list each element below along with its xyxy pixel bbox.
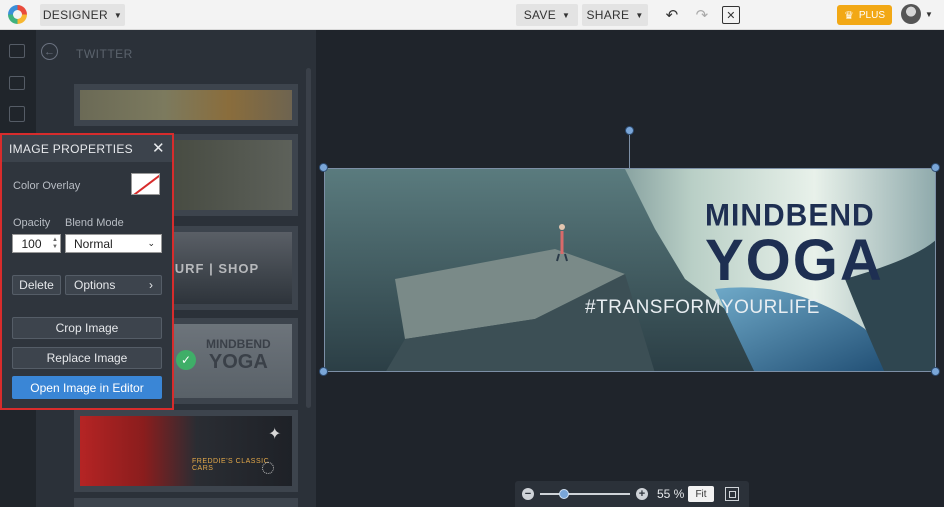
sparkle-icon: ✦ <box>268 426 282 443</box>
opacity-value: 100 <box>21 236 42 251</box>
blend-mode-value: Normal <box>74 236 113 251</box>
designer-menu-button[interactable]: DESIGNER ▼ <box>40 4 125 26</box>
app-logo-icon[interactable] <box>8 5 27 24</box>
template-thumbnail <box>80 90 292 120</box>
user-avatar[interactable] <box>901 4 921 24</box>
blend-mode-label: Blend Mode <box>65 217 124 229</box>
plus-label: PLUS <box>858 9 885 21</box>
opacity-stepper[interactable]: 100 ▲ ▼ <box>12 234 61 253</box>
fit-button[interactable]: Fit <box>688 486 714 502</box>
share-button[interactable]: SHARE ▼ <box>582 4 648 26</box>
chevron-down-icon: ⌄ <box>147 238 155 248</box>
panel-scrollbar[interactable] <box>306 68 311 408</box>
image-properties-title: IMAGE PROPERTIES <box>9 142 133 156</box>
blend-mode-select[interactable]: Normal ⌄ <box>65 234 162 253</box>
template-classic-cars[interactable]: FREDDIE'S CLASSIC CARS ✦ <box>74 410 298 492</box>
rotation-handle-line <box>629 135 630 168</box>
options-label: Options <box>74 278 116 292</box>
designer-menu-label: DESIGNER <box>42 8 108 22</box>
color-overlay-label: Color Overlay <box>13 180 81 192</box>
zoom-out-icon[interactable]: − <box>522 488 534 500</box>
opacity-label: Opacity <box>13 217 51 229</box>
chevron-down-icon: ▼ <box>562 10 571 20</box>
plus-upgrade-button[interactable]: ♛ PLUS <box>837 5 892 25</box>
banner-headline-line2: YOGA <box>705 228 884 293</box>
zoom-slider-track[interactable] <box>540 493 630 495</box>
chevron-down-icon: ▼ <box>635 10 644 20</box>
template-line2: YOGA <box>208 351 268 373</box>
photo-icon[interactable] <box>9 44 25 58</box>
resize-handle-top-right[interactable] <box>931 163 940 172</box>
folder-icon[interactable] <box>9 76 25 90</box>
resize-handle-bottom-right[interactable] <box>931 367 940 376</box>
banner-tagline: #TRANSFORMYOURLIFE <box>585 297 820 318</box>
image-properties-panel: IMAGE PROPERTIES ✕ Color Overlay Opacity… <box>0 133 174 410</box>
template-runner[interactable] <box>74 84 298 126</box>
crop-image-button[interactable]: Crop Image <box>12 317 162 339</box>
save-label: SAVE <box>523 8 557 22</box>
sun-icon <box>262 462 274 474</box>
chevron-down-icon[interactable]: ▼ <box>925 10 933 19</box>
template-text: FREDDIE'S CLASSIC CARS <box>192 458 270 472</box>
resize-handle-top-left[interactable] <box>319 163 328 172</box>
resize-handle-bottom-left[interactable] <box>319 367 328 376</box>
template-thumbnail: FREDDIE'S CLASSIC CARS ✦ <box>80 416 292 486</box>
top-toolbar: DESIGNER ▼ SAVE ▼ SHARE ▼ ↶ ↷ ✕ ♛ PLUS ▼ <box>0 0 944 30</box>
color-overlay-swatch[interactable] <box>131 173 160 195</box>
crown-icon: ♛ <box>844 9 854 22</box>
share-label: SHARE <box>586 8 630 22</box>
fullscreen-icon[interactable] <box>725 487 739 501</box>
zoom-bar: − + 55 % Fit <box>515 481 749 507</box>
options-button[interactable]: Options › <box>65 275 162 295</box>
template-text: MINDBEND YOGA <box>206 337 271 374</box>
close-icon[interactable]: ✕ <box>152 139 165 157</box>
redo-icon[interactable]: ↷ <box>690 4 714 26</box>
template-line1: MINDBEND <box>206 337 271 351</box>
rotate-handle[interactable] <box>625 126 634 135</box>
zoom-in-icon[interactable]: + <box>636 488 648 500</box>
save-button[interactable]: SAVE ▼ <box>516 4 578 26</box>
zoom-level: 55 % <box>657 487 685 501</box>
template-partial[interactable] <box>74 498 298 507</box>
delete-button[interactable]: Delete <box>12 275 61 295</box>
open-in-editor-button[interactable]: Open Image in Editor <box>12 376 162 399</box>
panel-title: TWITTER <box>76 47 133 61</box>
chevron-right-icon: › <box>149 278 153 292</box>
twitter-banner-image[interactable]: MINDBEND YOGA #TRANSFORMYOURLIFE <box>324 168 936 372</box>
back-arrow-icon[interactable]: ← <box>41 43 58 60</box>
stepper-arrows-icon[interactable]: ▲ ▼ <box>52 237 58 251</box>
close-icon[interactable]: ✕ <box>722 6 740 24</box>
zoom-slider-handle[interactable] <box>558 489 569 499</box>
chevron-down-icon: ▼ <box>113 10 123 20</box>
undo-icon[interactable]: ↶ <box>660 4 684 26</box>
check-icon: ✓ <box>176 350 196 370</box>
image-properties-header: IMAGE PROPERTIES ✕ <box>2 135 172 162</box>
replace-image-button[interactable]: Replace Image <box>12 347 162 369</box>
layout-icon[interactable] <box>9 106 25 122</box>
